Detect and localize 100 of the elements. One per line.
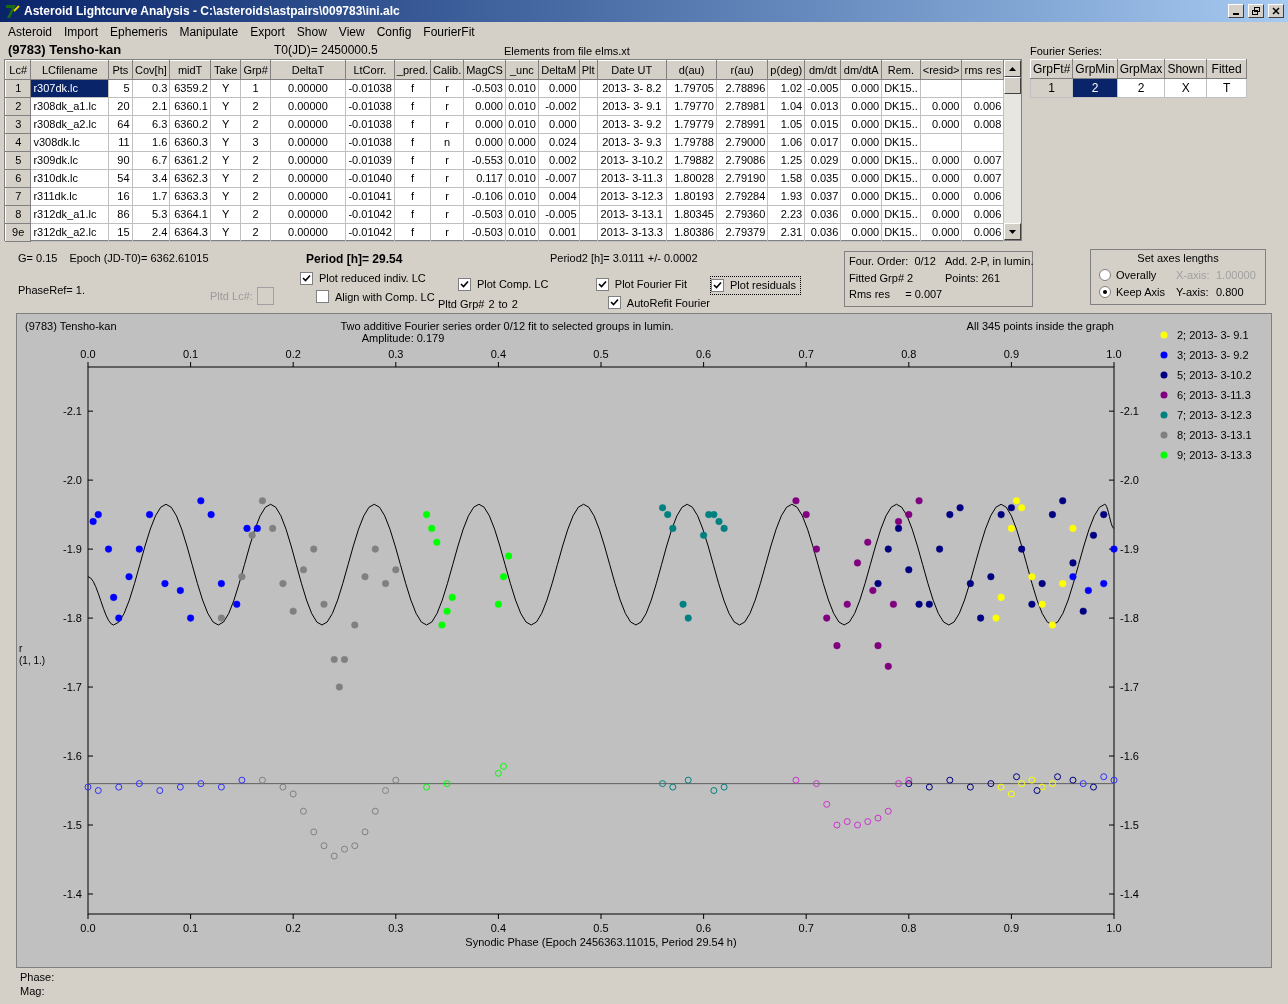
- column-header[interactable]: Lc#: [5, 60, 31, 80]
- column-header[interactable]: MagCS: [463, 60, 506, 80]
- filename-cell[interactable]: r308dk_a1.lc: [30, 97, 109, 116]
- column-header[interactable]: p(deg): [767, 60, 805, 80]
- table-cell: 0.035: [804, 169, 841, 188]
- column-header[interactable]: Shown: [1164, 59, 1207, 79]
- table-cell: 0.029: [804, 151, 841, 170]
- table-cell: 0.000: [463, 115, 506, 134]
- table-cell: 0.000: [920, 187, 962, 206]
- column-header[interactable]: midT: [169, 60, 211, 80]
- filename-cell[interactable]: r309dk.lc: [30, 151, 109, 170]
- column-header[interactable]: GrpFt#: [1030, 59, 1073, 79]
- table-cell: 1.79705: [666, 79, 717, 98]
- table-cell: 6364.1: [169, 205, 211, 224]
- table-cell: 6364.3: [169, 223, 211, 242]
- column-header[interactable]: LCfilename: [30, 60, 109, 80]
- table-cell: 0.000: [840, 205, 882, 224]
- table-cell: Y: [210, 169, 241, 188]
- table-cell: 2.78981: [716, 97, 768, 116]
- table-cell: -0.503: [463, 79, 506, 98]
- table-cell: DK15..: [881, 169, 921, 188]
- column-header[interactable]: _pred.: [394, 60, 431, 80]
- menu-item[interactable]: FourierFit: [423, 22, 475, 41]
- y-tick-label: -1.7: [63, 681, 82, 694]
- filename-cell[interactable]: r312dk_a1.lc: [30, 205, 109, 224]
- column-header[interactable]: Fitted: [1206, 59, 1247, 79]
- table-cell: -0.01038: [345, 133, 395, 152]
- y-tick-label: -1.7: [1120, 681, 1139, 694]
- column-header[interactable]: <resid>: [920, 60, 962, 80]
- menu-item[interactable]: Asteroid: [8, 22, 53, 41]
- legend-label: 7; 2013- 3-12.3: [1177, 409, 1252, 421]
- column-header[interactable]: LtCorr.: [345, 60, 395, 80]
- table-cell: -0.553: [463, 151, 506, 170]
- table-cell: DK15..: [881, 223, 921, 242]
- filename-cell[interactable]: v308dk.lc: [30, 133, 109, 152]
- y-tick-label: -2.0: [1120, 474, 1139, 487]
- column-header[interactable]: Grp#: [240, 60, 271, 80]
- menu-item[interactable]: Import: [64, 22, 99, 41]
- table-cell: DK15..: [881, 151, 921, 170]
- table-cell: 1.79882: [666, 151, 717, 170]
- menu-item[interactable]: Config: [376, 22, 412, 41]
- table-cell: 0.000: [920, 205, 962, 224]
- menu-item[interactable]: Show: [296, 22, 327, 41]
- g-value: G= 0.15: [18, 251, 58, 266]
- x-tick-label: 0.4: [490, 348, 507, 360]
- x-tick-label: 0.3: [388, 922, 404, 934]
- table-cell: 2: [240, 187, 271, 206]
- column-header[interactable]: r(au): [716, 60, 768, 80]
- column-header[interactable]: _unc: [505, 60, 539, 80]
- filename-cell[interactable]: r310dk.lc: [30, 169, 109, 188]
- table-cell: 3.4: [132, 169, 170, 188]
- table-cell: 0.000: [840, 115, 882, 134]
- column-header[interactable]: d(au): [666, 60, 717, 80]
- column-header[interactable]: Pts: [108, 60, 133, 80]
- table-cell: 6360.3: [169, 133, 211, 152]
- table-cell: 0.000: [840, 169, 882, 188]
- table-cell: 6363.3: [169, 187, 211, 206]
- fit-info-text: Add. 2-P, in lumin.: [945, 254, 1034, 269]
- menu-item[interactable]: Manipulate: [179, 22, 239, 41]
- table-cell: 0.000: [920, 169, 962, 188]
- table-cell: T: [1206, 78, 1247, 98]
- fit-info-text: Rms res = 0.007: [849, 287, 944, 303]
- table-cell: 0.010: [505, 97, 539, 116]
- column-header[interactable]: DeltaM: [538, 60, 580, 80]
- table-cell: 0.00000: [270, 205, 346, 224]
- menu-item[interactable]: Export: [250, 22, 285, 41]
- period-value: Period [h]= 29.54: [306, 251, 404, 268]
- column-header[interactable]: GrpMax: [1117, 59, 1165, 79]
- column-header[interactable]: DeltaT: [270, 60, 346, 80]
- column-header[interactable]: Date UT: [597, 60, 667, 80]
- column-header[interactable]: dm/dtA: [840, 60, 882, 80]
- table-cell: 2013- 3-13.3: [597, 223, 667, 242]
- y-tick-label: -1.8: [63, 612, 82, 625]
- x-tick-label: 0.5: [593, 922, 609, 934]
- column-header[interactable]: dm/dt: [804, 60, 841, 80]
- column-header[interactable]: Take: [210, 60, 241, 80]
- table-cell: 6359.2: [169, 79, 211, 98]
- menu-item[interactable]: Ephemeris: [110, 22, 168, 41]
- table-cell: DK15..: [881, 187, 921, 206]
- table-cell: -0.01041: [345, 187, 395, 206]
- table-cell: 2: [240, 205, 271, 224]
- column-header[interactable]: Rem.: [881, 60, 921, 80]
- column-header[interactable]: Calib.: [430, 60, 464, 80]
- filename-cell[interactable]: r308dk_a2.lc: [30, 115, 109, 134]
- x-tick-label: 0.6: [695, 348, 712, 360]
- column-header[interactable]: rms res: [962, 60, 1004, 80]
- x-tick-label: 0.7: [798, 922, 814, 934]
- column-header[interactable]: GrpMin: [1072, 59, 1118, 79]
- fit-info-text: Four. Order: 0/12: [849, 254, 937, 269]
- filename-cell[interactable]: r311dk.lc: [30, 187, 109, 206]
- filename-cell[interactable]: r312dk_a2.lc: [30, 223, 109, 242]
- table-cell: r: [430, 151, 464, 170]
- y-axis-label: r: [19, 643, 23, 654]
- x-tick-label: 0.9: [1003, 922, 1020, 934]
- x-tick-label: 0.9: [1003, 348, 1020, 360]
- menu-item[interactable]: View: [338, 22, 365, 41]
- table-cell: 1.04: [767, 97, 805, 116]
- y-tick-label: -2.0: [63, 474, 82, 487]
- column-header[interactable]: Cov[h]: [132, 60, 170, 80]
- phase-ref: PhaseRef= 1.: [18, 282, 86, 298]
